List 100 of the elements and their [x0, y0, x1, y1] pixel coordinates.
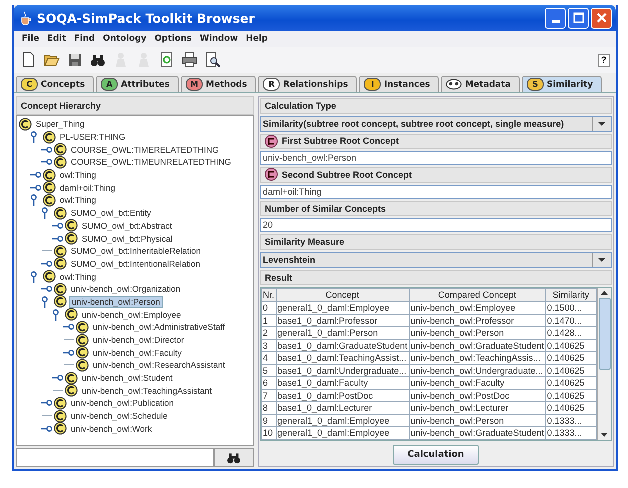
concept-icon — [54, 143, 67, 156]
table-cell: 1 — [262, 314, 276, 327]
table-cell: univ-bench_owl:PostDoc — [409, 389, 546, 402]
table-cell: univ-bench_owl:Faculty — [409, 376, 546, 390]
concept-icon — [43, 168, 56, 182]
maximize-button[interactable] — [568, 8, 589, 28]
table-cell: 10 — [262, 426, 276, 440]
column-header[interactable]: Similarity — [546, 288, 596, 302]
tab[interactable]: Metadata — [441, 76, 520, 92]
tab[interactable]: I Instances — [359, 76, 440, 92]
cup-icon — [20, 11, 32, 25]
menu-item[interactable]: Window — [196, 34, 242, 44]
tree-node[interactable]: univ-bench_owl:ResearchAssistant — [91, 360, 228, 370]
column-header[interactable]: Nr. — [262, 288, 276, 302]
tree-node[interactable]: SUMO_owl_txt:Entity — [69, 208, 154, 218]
table-cell: base1_0_daml:Lecturer — [276, 402, 410, 414]
concept-icon — [54, 244, 67, 258]
tree-node[interactable]: SUMO_owl_txt:Abstract — [80, 220, 174, 231]
menu-item[interactable]: Ontology — [99, 34, 151, 44]
table-cell: univ-bench_owl:Lecturer — [409, 402, 546, 414]
tree-node[interactable]: univ-bench_owl:Director — [91, 335, 186, 346]
tab[interactable]: M Methods — [180, 76, 256, 92]
tree-node[interactable]: univ-bench_owl:Organization — [69, 284, 183, 294]
table-cell: general1_0_daml:Person — [276, 326, 410, 340]
menu-item[interactable]: Find — [70, 34, 100, 44]
search-field[interactable] — [16, 448, 214, 467]
concept-icon — [43, 270, 56, 284]
section-label: Similarity Measure — [260, 234, 612, 250]
tree-node[interactable]: univ-bench_owl:Schedule — [69, 411, 170, 422]
table-cell: base1_0_daml:GraduateStudent — [276, 339, 410, 352]
tree-node[interactable]: COURSE_OWL:TIMERELATEDTHING — [69, 144, 222, 155]
table-cell: 0.140625 — [546, 352, 596, 364]
concept-icon — [43, 181, 56, 194]
table-cell: 0.140625 — [546, 402, 596, 414]
scrollbar[interactable] — [597, 288, 611, 440]
tab[interactable]: S Similarity — [522, 76, 602, 92]
text-field[interactable]: daml+oil:Thing — [260, 184, 612, 199]
minimize-button[interactable] — [545, 8, 566, 28]
tree-node[interactable]: univ-bench_owl:Person — [69, 296, 164, 308]
text-field[interactable]: 20 — [260, 218, 612, 232]
table-cell: 8 — [262, 402, 276, 414]
menu-item[interactable]: File — [18, 34, 44, 44]
concept-icon — [54, 206, 67, 220]
similarity-measure-dropdown[interactable]: Levenshtein — [260, 252, 612, 268]
magnifier-document-icon-button[interactable] — [204, 51, 222, 69]
tree-node[interactable]: owl:Thing — [58, 272, 98, 282]
close-button[interactable] — [591, 8, 612, 28]
help-button[interactable]: ? — [598, 54, 610, 66]
table-cell: 0.1500... — [546, 302, 596, 314]
calculation-type-dropdown[interactable]: Similarity(subtree root concept, subtree root concept, single measure) — [260, 116, 612, 132]
tree-node[interactable]: univ-bench_owl:Faculty — [91, 348, 184, 358]
concept-icon — [65, 384, 78, 398]
tree-node[interactable]: daml+oil:Thing — [58, 182, 118, 193]
table-cell: base1_0_daml:PostDoc — [276, 389, 410, 402]
tab[interactable]: R Relationships — [258, 76, 358, 92]
tree-node[interactable]: Super_Thing — [34, 119, 87, 130]
calculation-button[interactable]: Calculation — [392, 444, 480, 465]
table-cell: 0.140625 — [546, 376, 596, 390]
tree-node[interactable]: PL-USER:THING — [58, 132, 128, 142]
menu-item[interactable]: Edit — [43, 34, 70, 44]
table-cell: univ-bench_owl:Person — [409, 326, 546, 340]
binoculars-icon — [227, 452, 241, 464]
section-label: Second Subtree Root Concept — [282, 170, 412, 180]
floppy-disk-icon-button[interactable] — [66, 51, 84, 69]
table-cell: general1_0_daml:Employee — [276, 414, 410, 427]
tree-node[interactable]: univ-bench_owl:AdministrativeStaff — [91, 322, 228, 332]
table-cell: base1_0_daml:Faculty — [276, 376, 410, 390]
column-header[interactable]: Compared Concept — [409, 288, 546, 302]
tree-node[interactable]: owl:Thing — [58, 195, 98, 206]
table-cell: 0.1333... — [546, 426, 596, 440]
table-cell: 5 — [262, 364, 276, 377]
concept-icon — [19, 118, 32, 131]
tree-node[interactable]: univ-bench_owl:Publication — [69, 398, 176, 408]
table-cell: 7 — [262, 389, 276, 402]
tree-node[interactable]: univ-bench_owl:TeachingAssistant — [80, 386, 214, 396]
tree-node[interactable]: SUMO_owl_txt:IntentionalRelation — [69, 258, 202, 269]
table-cell: univ-bench_owl:Person — [409, 414, 546, 427]
table-cell: 0.140625 — [546, 389, 596, 402]
subtree-icon — [265, 134, 278, 148]
tree-node[interactable]: COURSE_OWL:TIMEUNRELATEDTHING — [69, 157, 234, 168]
printer-icon-button[interactable] — [181, 51, 199, 69]
tree-node[interactable]: univ-bench_owl:Student — [80, 373, 175, 384]
subtree-icon — [265, 168, 278, 182]
tree-node[interactable]: owl:Thing — [58, 170, 98, 180]
panel-header: Concept Hierarchy — [16, 96, 254, 115]
tree-node[interactable]: SUMO_owl_txt:InheritableRelation — [69, 246, 203, 256]
text-field[interactable]: univ-bench_owl:Person — [260, 151, 612, 166]
tree-node[interactable]: SUMO_owl_txt:Physical — [80, 234, 175, 244]
table-cell: general1_0_daml:Employee — [276, 302, 410, 314]
menu-item[interactable]: Options — [150, 34, 196, 44]
table-cell: 0.140625 — [546, 364, 596, 377]
tab[interactable]: C Concepts — [16, 76, 94, 92]
tree-node[interactable]: univ-bench_owl:Employee — [80, 310, 184, 320]
menu-item[interactable]: Help — [242, 34, 272, 44]
tree-node[interactable]: univ-bench_owl:Work — [69, 424, 154, 434]
table-cell: univ-bench_owl:Professor — [409, 314, 546, 327]
search-button[interactable] — [214, 448, 254, 467]
tab[interactable]: A Attributes — [96, 76, 179, 92]
column-header[interactable]: Concept — [276, 288, 410, 302]
table-cell: univ-bench_owl:GraduateStudent — [409, 339, 546, 352]
